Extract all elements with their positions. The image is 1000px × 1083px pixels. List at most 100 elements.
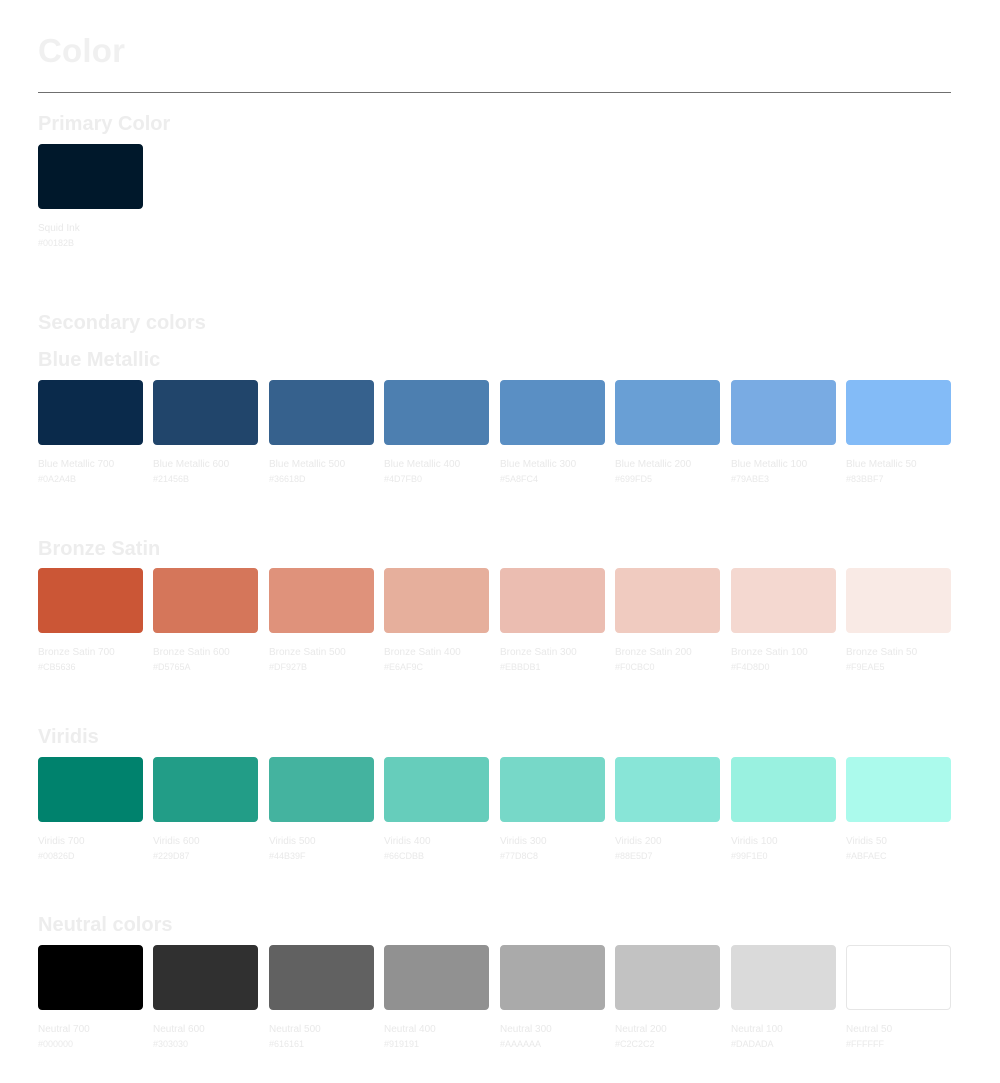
bronze-satin-heading: Bronze Satin: [38, 538, 161, 560]
color-swatch: Bronze Satin 300 #EBBDB1: [500, 568, 605, 672]
swatch-name: Viridis 200: [615, 836, 662, 847]
swatch-color-box: [846, 568, 951, 633]
swatch-hex-code: #5A8FC4: [500, 474, 539, 484]
color-swatch: Blue Metallic 600 #21456B: [153, 380, 258, 484]
swatch-name: Viridis 100: [731, 836, 778, 847]
color-swatch: Viridis 100 #99F1E0: [731, 757, 836, 861]
color-swatch: Neutral 50 #FFFFFF: [846, 945, 951, 1049]
swatch-color-box: [38, 380, 143, 445]
swatch-hex-code: #77D8C8: [500, 851, 539, 861]
swatch-color-box: [153, 945, 258, 1010]
color-swatch: Neutral 100 #DADADA: [731, 945, 836, 1049]
swatch-name: Neutral 50: [846, 1024, 893, 1035]
swatch-hex-code: #0A2A4B: [38, 474, 77, 484]
swatch-hex-code: #44B39F: [269, 851, 306, 861]
swatch-hex-code: #F0CBC0: [615, 662, 655, 672]
neutral-colors-heading: Neutral colors: [38, 914, 173, 936]
swatch-hex-code: #616161: [269, 1039, 305, 1049]
swatch-hex-code: #229D87: [153, 851, 190, 861]
swatch-hex-code: #00826D: [38, 851, 75, 861]
swatch-hex-code: #00182B: [38, 238, 75, 248]
color-swatch: Bronze Satin 700 #CB5636: [38, 568, 143, 672]
color-swatch: Bronze Satin 400 #E6AF9C: [384, 568, 489, 672]
swatch-name: Squid Ink: [38, 223, 80, 234]
color-swatch: Neutral 300 #AAAAAA: [500, 945, 605, 1049]
swatch-color-box: [38, 144, 143, 209]
swatch-hex-code: #21456B: [153, 474, 190, 484]
swatch-color-box: [153, 568, 258, 633]
swatch-name: Bronze Satin 700: [38, 647, 115, 658]
swatch-hex-code: #000000: [38, 1039, 74, 1049]
swatch-name: Blue Metallic 700: [38, 459, 115, 470]
swatch-name: Bronze Satin 400: [384, 647, 461, 658]
color-swatch: Neutral 500 #616161: [269, 945, 374, 1049]
bronze-satin-swatch-row: Bronze Satin 700 #CB5636 Bronze Satin 600 #…: [38, 568, 951, 678]
color-swatch: Bronze Satin 100 #F4D8D0: [731, 568, 836, 672]
color-swatch: Blue Metallic 300 #5A8FC4: [500, 380, 605, 484]
primary-swatch-row: Squid Ink #00182B: [38, 144, 951, 254]
swatch-hex-code: #66CDBB: [384, 851, 425, 861]
color-swatch: Bronze Satin 600 #D5765A: [153, 568, 258, 672]
swatch-hex-code: #F4D8D0: [731, 662, 770, 672]
color-swatch: Viridis 700 #00826D: [38, 757, 143, 861]
swatch-hex-code: #DADADA: [731, 1039, 774, 1049]
swatch-name: Neutral 500: [269, 1024, 321, 1035]
color-swatch: Neutral 200 #C2C2C2: [615, 945, 720, 1049]
swatch-color-box: [846, 757, 951, 822]
color-swatch: Blue Metallic 700 #0A2A4B: [38, 380, 143, 484]
swatch-name: Neutral 300: [500, 1024, 552, 1035]
swatch-name: Neutral 200: [615, 1024, 667, 1035]
swatch-hex-code: #4D7FB0: [384, 474, 423, 484]
swatch-name: Viridis 600: [153, 836, 200, 847]
swatch-hex-code: #CB5636: [38, 662, 76, 672]
swatch-color-box: [500, 757, 605, 822]
primary-color-heading: Primary Color: [38, 113, 171, 135]
color-swatch: Viridis 300 #77D8C8: [500, 757, 605, 861]
swatch-color-box: [269, 945, 374, 1010]
swatch-name: Bronze Satin 300: [500, 647, 577, 658]
color-swatch: Bronze Satin 200 #F0CBC0: [615, 568, 720, 672]
swatch-color-box: [153, 380, 258, 445]
swatch-name: Bronze Satin 50: [846, 647, 918, 658]
color-swatch: Viridis 200 #88E5D7: [615, 757, 720, 861]
page-title: Color: [38, 32, 126, 69]
swatch-name: Viridis 300: [500, 836, 547, 847]
swatch-color-box: [38, 945, 143, 1010]
color-swatch: Bronze Satin 500 #DF927B: [269, 568, 374, 672]
swatch-hex-code: #83BBF7: [846, 474, 884, 484]
swatch-name: Viridis 500: [269, 836, 316, 847]
viridis-swatch-row: Viridis 700 #00826D Viridis 600 #229D87 Viri…: [38, 757, 951, 867]
neutral-swatch-row: Neutral 700 #000000 Neutral 600 #303030 Neut…: [38, 945, 951, 1055]
secondary-colors-heading: Secondary colors: [38, 312, 206, 334]
swatch-name: Neutral 100: [731, 1024, 783, 1035]
swatch-hex-code: #88E5D7: [615, 851, 653, 861]
blue-metallic-heading: Blue Metallic: [38, 349, 161, 371]
swatch-name: Blue Metallic 500: [269, 459, 346, 470]
swatch-name: Viridis 50: [846, 836, 887, 847]
swatch-color-box: [384, 757, 489, 822]
swatch-color-box: [615, 568, 720, 633]
swatch-name: Neutral 400: [384, 1024, 436, 1035]
swatch-color-box: [846, 380, 951, 445]
color-swatch: Neutral 700 #000000: [38, 945, 143, 1049]
swatch-color-box: [731, 757, 836, 822]
swatch-color-box: [38, 757, 143, 822]
swatch-color-box: [269, 568, 374, 633]
swatch-name: Neutral 600: [153, 1024, 205, 1035]
swatch-name: Bronze Satin 600: [153, 647, 230, 658]
swatch-hex-code: #699FD5: [615, 474, 653, 484]
title-divider: [38, 92, 951, 93]
color-swatch: Viridis 600 #229D87: [153, 757, 258, 861]
swatch-color-box: [731, 568, 836, 633]
swatch-hex-code: #D5765A: [153, 662, 191, 672]
blue-metallic-swatch-row: Blue Metallic 700 #0A2A4B Blue Metallic 60…: [38, 380, 951, 490]
swatch-name: Blue Metallic 100: [731, 459, 808, 470]
swatch-color-box: [615, 380, 720, 445]
swatch-hex-code: #C2C2C2: [615, 1039, 655, 1049]
color-swatch: Neutral 600 #303030: [153, 945, 258, 1049]
swatch-color-box: [731, 380, 836, 445]
color-swatch: Blue Metallic 500 #36618D: [269, 380, 374, 484]
color-swatch: Blue Metallic 200 #699FD5: [615, 380, 720, 484]
color-swatch: Blue Metallic 400 #4D7FB0: [384, 380, 489, 484]
swatch-color-box: [384, 380, 489, 445]
